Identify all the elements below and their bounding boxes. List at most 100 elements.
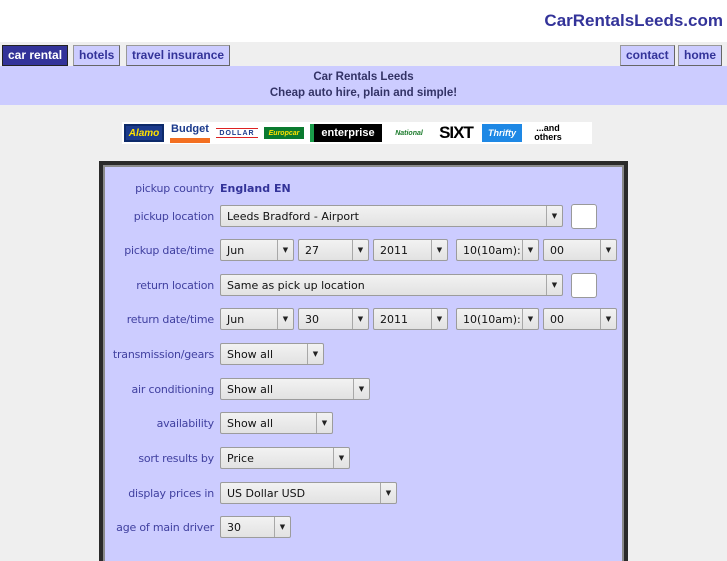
alamo-logo: Alamo bbox=[124, 124, 164, 142]
pickup-hour-select[interactable]: 10(10am): ▼ bbox=[456, 239, 539, 261]
availability-value: Show all bbox=[227, 416, 274, 430]
chevron-down-icon: ▼ bbox=[352, 240, 368, 260]
budget-logo: Budget bbox=[170, 123, 210, 143]
return-location-row: return location Same as pick up location… bbox=[105, 272, 597, 298]
return-month-select[interactable]: Jun ▼ bbox=[220, 308, 294, 330]
search-form-panel: pickup country England EN pickup locatio… bbox=[99, 161, 628, 561]
availability-row: availability Show all ▼ bbox=[105, 412, 337, 434]
national-logo: National bbox=[395, 129, 423, 137]
nav-travel-insurance[interactable]: travel insurance bbox=[126, 45, 231, 66]
driver-age-label: age of main driver bbox=[116, 520, 214, 534]
return-month-value: Jun bbox=[227, 312, 245, 326]
transmission-label: transmission/gears bbox=[112, 347, 214, 361]
pickup-country-row: pickup country England EN bbox=[105, 177, 291, 199]
brand-logos: Alamo Budget DOLLAR Europcar enterprise … bbox=[122, 122, 592, 144]
others-line2: others bbox=[534, 132, 562, 142]
pickup-year-select[interactable]: 2011 ▼ bbox=[373, 239, 448, 261]
pickup-minute-select[interactable]: 00 ▼ bbox=[543, 239, 617, 261]
pickup-location-select[interactable]: Leeds Bradford - Airport ▼ bbox=[220, 205, 563, 227]
pickup-country-value: England EN bbox=[220, 181, 291, 195]
return-year-select[interactable]: 2011 ▼ bbox=[373, 308, 448, 330]
pickup-month-select[interactable]: Jun ▼ bbox=[220, 239, 294, 261]
chevron-down-icon: ▼ bbox=[546, 275, 562, 295]
return-day-select[interactable]: 30 ▼ bbox=[298, 308, 369, 330]
currency-select[interactable]: US Dollar USD ▼ bbox=[220, 482, 397, 504]
return-day-value: 30 bbox=[305, 312, 319, 326]
site-title[interactable]: CarRentalsLeeds.com bbox=[544, 11, 723, 31]
driver-age-row: age of main driver 30 ▼ bbox=[105, 516, 295, 538]
sixt-logo: SIXT bbox=[439, 123, 474, 142]
return-hour-select[interactable]: 10(10am): ▼ bbox=[456, 308, 539, 330]
return-minute-value: 00 bbox=[550, 312, 564, 326]
pickup-month-value: Jun bbox=[227, 243, 245, 257]
return-minute-select[interactable]: 00 ▼ bbox=[543, 308, 617, 330]
air-conditioning-label: air conditioning bbox=[131, 382, 215, 396]
pickup-location-row: pickup location Leeds Bradford - Airport… bbox=[105, 203, 597, 229]
return-location-checkbox[interactable] bbox=[571, 272, 597, 298]
transmission-select[interactable]: Show all ▼ bbox=[220, 343, 324, 365]
pickup-location-label: pickup location bbox=[133, 209, 214, 223]
air-conditioning-select[interactable]: Show all ▼ bbox=[220, 378, 370, 400]
chevron-down-icon: ▼ bbox=[546, 206, 562, 226]
thrifty-logo: Thrifty bbox=[482, 124, 522, 142]
chevron-down-icon: ▼ bbox=[522, 309, 538, 329]
return-hour-value: 10(10am): bbox=[463, 312, 521, 326]
banner: Car Rentals Leeds Cheap auto hire, plain… bbox=[0, 66, 727, 105]
pickup-day-select[interactable]: 27 ▼ bbox=[298, 239, 369, 261]
pickup-hour-value: 10(10am): bbox=[463, 243, 521, 257]
europcar-logo: Europcar bbox=[264, 127, 304, 139]
return-year-value: 2011 bbox=[380, 312, 408, 326]
nav-contact[interactable]: contact bbox=[620, 45, 675, 66]
chevron-down-icon: ▼ bbox=[600, 309, 616, 329]
chevron-down-icon: ▼ bbox=[277, 240, 293, 260]
nav-home[interactable]: home bbox=[678, 45, 723, 66]
pickup-datetime-row: pickup date/time Jun ▼ 27 ▼ 2011 ▼ 10(10… bbox=[105, 239, 621, 261]
return-datetime-label: return date/time bbox=[126, 312, 214, 326]
banner-subtitle: Cheap auto hire, plain and simple! bbox=[269, 87, 458, 99]
chevron-down-icon: ▼ bbox=[522, 240, 538, 260]
currency-label: display prices in bbox=[128, 486, 214, 500]
nav-hotels[interactable]: hotels bbox=[73, 45, 121, 66]
currency-value: US Dollar USD bbox=[227, 486, 306, 500]
chevron-down-icon: ▼ bbox=[307, 344, 323, 364]
pickup-country-label: pickup country bbox=[135, 181, 214, 195]
nav-car-rental[interactable]: car rental bbox=[2, 45, 69, 66]
driver-age-value: 30 bbox=[227, 520, 241, 534]
return-datetime-row: return date/time Jun ▼ 30 ▼ 2011 ▼ 10(10… bbox=[105, 308, 621, 330]
sort-by-row: sort results by Price ▼ bbox=[105, 447, 354, 469]
enterprise-logo: enterprise bbox=[310, 124, 382, 142]
sort-by-select[interactable]: Price ▼ bbox=[220, 447, 350, 469]
driver-age-select[interactable]: 30 ▼ bbox=[220, 516, 291, 538]
chevron-down-icon: ▼ bbox=[277, 309, 293, 329]
availability-label: availability bbox=[156, 416, 215, 430]
top-bar: CarRentalsLeeds.com bbox=[0, 0, 727, 42]
pickup-minute-value: 00 bbox=[550, 243, 564, 257]
transmission-value: Show all bbox=[227, 347, 274, 361]
chevron-down-icon: ▼ bbox=[353, 379, 369, 399]
currency-row: display prices in US Dollar USD ▼ bbox=[105, 482, 401, 504]
chevron-down-icon: ▼ bbox=[333, 448, 349, 468]
availability-select[interactable]: Show all ▼ bbox=[220, 412, 333, 434]
nav-bar: car rental hotels travel insurance conta… bbox=[0, 42, 727, 66]
sort-by-value: Price bbox=[227, 451, 254, 465]
pickup-location-checkbox[interactable] bbox=[571, 203, 597, 229]
return-location-label: return location bbox=[136, 278, 214, 292]
chevron-down-icon: ▼ bbox=[274, 517, 290, 537]
chevron-down-icon: ▼ bbox=[316, 413, 332, 433]
search-form: pickup country England EN pickup locatio… bbox=[103, 165, 624, 561]
chevron-down-icon: ▼ bbox=[380, 483, 396, 503]
air-conditioning-value: Show all bbox=[227, 382, 274, 396]
pickup-day-value: 27 bbox=[305, 243, 319, 257]
chevron-down-icon: ▼ bbox=[352, 309, 368, 329]
return-location-select[interactable]: Same as pick up location ▼ bbox=[220, 274, 563, 296]
chevron-down-icon: ▼ bbox=[431, 309, 447, 329]
dollar-logo: DOLLAR bbox=[216, 128, 258, 138]
return-location-value: Same as pick up location bbox=[227, 278, 365, 292]
chevron-down-icon: ▼ bbox=[431, 240, 447, 260]
pickup-location-value: Leeds Bradford - Airport bbox=[227, 209, 359, 223]
banner-title: Car Rentals Leeds bbox=[313, 71, 414, 83]
air-conditioning-row: air conditioning Show all ▼ bbox=[105, 378, 374, 400]
chevron-down-icon: ▼ bbox=[600, 240, 616, 260]
pickup-year-value: 2011 bbox=[380, 243, 408, 257]
pickup-datetime-label: pickup date/time bbox=[124, 243, 214, 257]
